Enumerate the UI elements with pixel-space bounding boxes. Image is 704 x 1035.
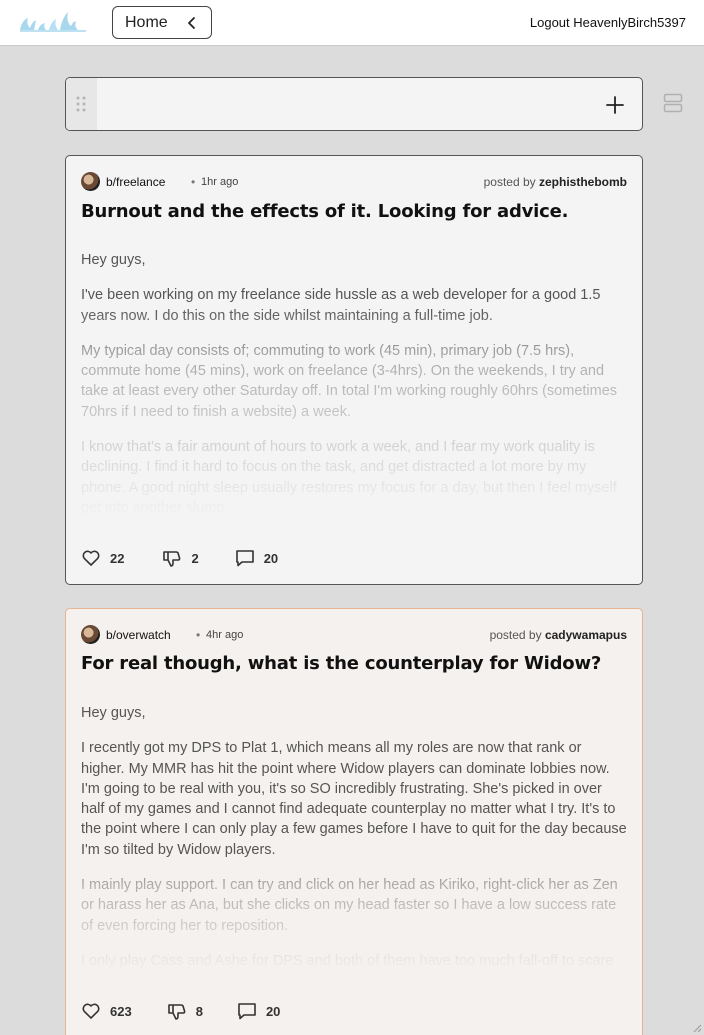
like-button[interactable]: 623 [81,1001,132,1021]
thumbs-down-icon [163,551,181,567]
author-link[interactable]: cadywamapus [545,628,627,642]
thumbs-down-icon [167,1004,186,1020]
posted-by: posted by zephisthebomb [484,175,627,189]
heart-icon [82,550,100,566]
home-dropdown-button[interactable]: Home [112,6,212,39]
drag-handle-icon [76,96,86,112]
username[interactable]: HeavenlyBirch5397 [573,15,686,30]
board-avatar[interactable] [81,172,100,191]
dislike-count: 8 [195,1003,203,1019]
post-paragraph: I mainly play support. I can try and cli… [81,877,618,934]
post-paragraph: I've been working on my freelance side h… [81,287,601,324]
comment-count: 20 [263,550,279,566]
dislike-count: 2 [191,550,199,566]
chevron-left-icon [188,17,195,29]
site-logo[interactable] [18,8,88,34]
post-title[interactable]: Burnout and the effects of it. Looking f… [81,201,627,222]
heart-icon [82,1003,100,1019]
post-paragraph: Hey guys, [81,705,146,721]
posted-by-label: posted by [483,175,536,189]
comment-button[interactable]: 20 [237,1001,280,1021]
separator-dot: • [196,628,201,642]
author-link[interactable]: zephisthebomb [539,175,627,189]
board-link[interactable]: b/freelance [106,175,165,189]
post-meta: b/overwatch • 4hr ago posted by cadywama… [81,625,627,645]
separator-dot: • [191,175,196,189]
post-paragraph: Hey guys, [81,252,146,268]
drag-handle[interactable] [66,78,97,130]
comment-button[interactable]: 20 [235,548,278,568]
board-link[interactable]: b/overwatch [106,628,171,642]
posted-by-label: posted by [489,628,542,642]
post-body: Hey guys, I've been working on my freela… [81,250,627,518]
post-actions: 22 2 20 [81,547,278,569]
post-actions: 623 8 20 [81,1000,280,1022]
user-area: Logout HeavenlyBirch5397 [530,15,686,30]
dislike-button[interactable]: 8 [167,1001,203,1021]
post-paragraph: I know that's a fair amount of hours to … [81,439,617,516]
top-bar: Home Logout HeavenlyBirch5397 [0,0,704,46]
comment-icon [235,550,254,567]
post-card[interactable]: b/overwatch • 4hr ago posted by cadywama… [65,608,643,1035]
post-paragraph: My typical day consists of; commuting to… [81,342,618,420]
board-avatar[interactable] [81,625,100,644]
resize-grip-icon[interactable] [692,1023,702,1033]
post-time: 1hr ago [201,176,239,188]
post-paragraph: I only play Cass and Ashe for DPS and bo… [81,952,614,969]
post-meta: b/freelance • 1hr ago posted by zephisth… [81,172,627,192]
comment-icon [238,1003,256,1020]
comment-count: 20 [265,1003,281,1019]
like-count: 623 [110,1003,132,1019]
like-button[interactable]: 22 [81,548,124,568]
post-time: 4hr ago [206,629,244,641]
logout-link[interactable]: Logout [530,15,570,30]
post-paragraph: I recently got my DPS to Plat 1, which m… [81,740,627,858]
posted-by: posted by cadywamapus [490,628,627,642]
post-card[interactable]: b/freelance • 1hr ago posted by zephisth… [65,155,643,585]
post-body: Hey guys, I recently got my DPS to Plat … [81,703,627,971]
like-count: 22 [110,550,125,566]
home-label: Home [125,13,168,31]
layout-toggle-icon[interactable] [663,93,683,113]
post-title[interactable]: For real though, what is the counterplay… [81,653,627,674]
dislike-button[interactable]: 2 [162,548,199,568]
plus-icon[interactable] [604,94,626,116]
new-post-composer[interactable] [65,77,643,131]
